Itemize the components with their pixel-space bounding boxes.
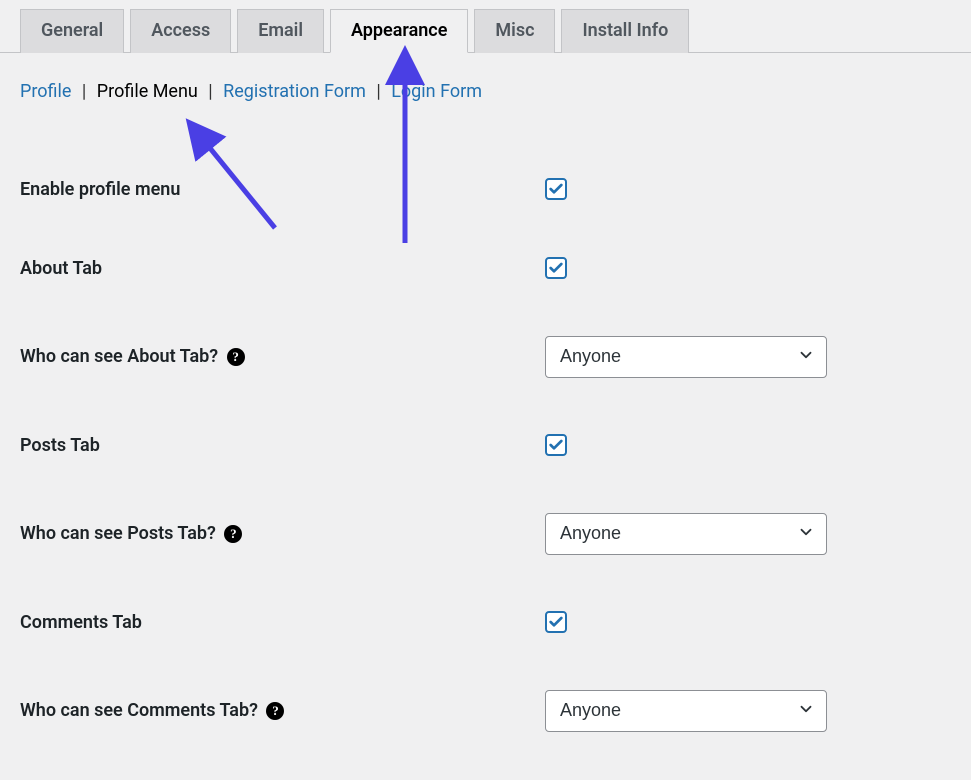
subnav-profile-menu[interactable]: Profile Menu [97,81,198,102]
tab-access[interactable]: Access [130,9,231,53]
tab-appearance[interactable]: Appearance [330,9,468,53]
label-enable-profile-menu: Enable profile menu [0,150,535,229]
subnav-separator: | [208,81,212,102]
label-who-posts: Who can see Posts Tab? ? [0,485,535,583]
help-icon[interactable]: ? [224,525,242,543]
subnav-registration-form[interactable]: Registration Form [223,81,366,102]
subnav-separator: | [82,81,86,102]
select-who-comments[interactable]: Anyone [545,690,827,732]
checkbox-enable-profile-menu[interactable] [545,178,567,200]
tab-misc[interactable]: Misc [474,9,555,53]
label-about-tab: About Tab [0,229,535,308]
checkbox-comments-tab[interactable] [545,611,567,633]
select-who-posts[interactable]: Anyone [545,513,827,555]
help-icon[interactable]: ? [266,702,284,720]
subnav-profile[interactable]: Profile [20,81,71,102]
subnav-login-form[interactable]: Login Form [391,81,482,102]
subnav-separator: | [376,81,380,102]
help-icon[interactable]: ? [227,348,245,366]
checkbox-about-tab[interactable] [545,257,567,279]
label-who-about: Who can see About Tab? ? [0,308,535,406]
label-posts-tab: Posts Tab [0,406,535,485]
label-comments-tab: Comments Tab [0,583,535,662]
select-who-about[interactable]: Anyone [545,336,827,378]
checkbox-posts-tab[interactable] [545,434,567,456]
tab-general[interactable]: General [20,9,124,53]
tab-install-info[interactable]: Install Info [561,9,689,53]
tab-bar: General Access Email Appearance Misc Ins… [0,8,971,53]
sub-nav: Profile | Profile Menu | Registration Fo… [0,53,971,110]
tab-email[interactable]: Email [237,9,324,53]
label-who-comments: Who can see Comments Tab? ? [0,662,535,760]
